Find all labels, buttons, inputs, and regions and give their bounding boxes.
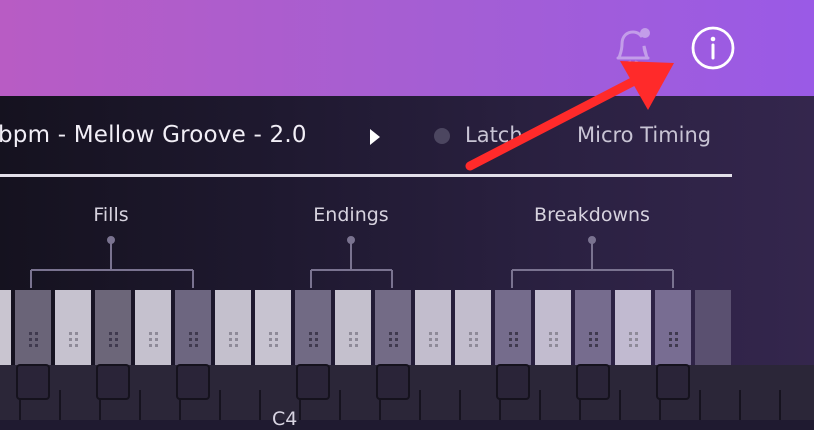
black-key[interactable]: [296, 364, 330, 400]
octave-label: C4: [272, 408, 298, 430]
pad-key-light[interactable]: [695, 290, 731, 365]
black-key[interactable]: [496, 364, 530, 400]
header-bar: [0, 0, 814, 96]
pad-key-light[interactable]: [0, 290, 11, 365]
pad-key-light[interactable]: [215, 290, 251, 365]
pad-key-light[interactable]: [335, 290, 371, 365]
black-key[interactable]: [376, 364, 410, 400]
pad-key-light[interactable]: [255, 290, 291, 365]
latch-toggle[interactable]: [434, 128, 450, 144]
pad-key-dark[interactable]: [655, 290, 691, 365]
group-label-endings: Endings: [313, 204, 389, 226]
preset-name[interactable]: bpm - Mellow Groove - 2.0: [0, 122, 307, 148]
pad-key-light[interactable]: [135, 290, 171, 365]
pad-key-light[interactable]: [415, 290, 451, 365]
play-icon[interactable]: [368, 127, 382, 147]
bell-notification-icon[interactable]: [610, 24, 656, 68]
black-key[interactable]: [576, 364, 610, 400]
black-key[interactable]: [656, 364, 690, 400]
latch-label: Latch: [465, 123, 523, 147]
pad-key-light[interactable]: [455, 290, 491, 365]
pad-key-dark[interactable]: [495, 290, 531, 365]
group-label-breakdowns: Breakdowns: [534, 204, 650, 226]
group-brackets: [30, 236, 674, 288]
group-label-fills: Fills: [93, 204, 129, 226]
pad-key-dark[interactable]: [575, 290, 611, 365]
black-key[interactable]: [176, 364, 210, 400]
pad-key-dark[interactable]: [295, 290, 331, 365]
pad-key-dark[interactable]: [175, 290, 211, 365]
micro-timing-button[interactable]: Micro Timing: [577, 123, 711, 147]
info-icon[interactable]: [690, 25, 736, 71]
black-key[interactable]: [96, 364, 130, 400]
pad-key-dark[interactable]: [15, 290, 51, 365]
divider: [0, 174, 732, 177]
pad-key-light[interactable]: [55, 290, 91, 365]
pad-key-dark[interactable]: [95, 290, 131, 365]
pad-key-light[interactable]: [615, 290, 651, 365]
pad-key-light[interactable]: [535, 290, 571, 365]
black-key[interactable]: [16, 364, 50, 400]
piano-keyboard[interactable]: [0, 290, 814, 420]
pad-key-dark[interactable]: [375, 290, 411, 365]
